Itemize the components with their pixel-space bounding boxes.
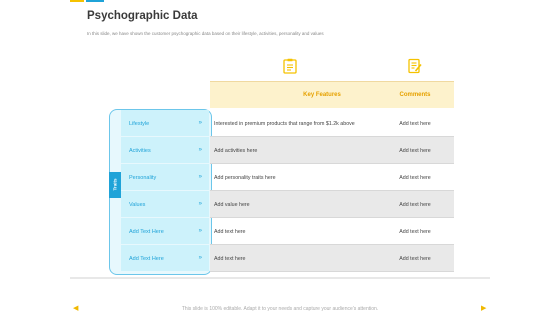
trait-label: Values — [129, 202, 146, 208]
feature-text: Add text here — [214, 256, 246, 262]
feature-cell: Add activities here Add text here — [210, 137, 454, 164]
page-subtitle: In this slide, we have shown the custome… — [87, 31, 324, 36]
top-accent-yellow — [70, 0, 84, 2]
divider — [70, 277, 490, 279]
feature-cell: Add text here Add text here — [210, 218, 454, 245]
table-row: Add Text Here » Add text here Add text h… — [121, 245, 454, 272]
feature-cell: Interested in premium products that rang… — [210, 110, 454, 137]
trait-label: Personality — [129, 175, 157, 181]
feature-text: Add personality traits here — [214, 175, 276, 181]
comment-text: Add text here — [399, 202, 431, 208]
comment-text: Add text here — [399, 175, 431, 181]
feature-cell: Add text here Add text here — [210, 245, 454, 272]
chevron-right-icon: » — [198, 147, 202, 153]
trait-cell: Add Text Here » — [121, 218, 209, 245]
top-accent-blue — [86, 0, 104, 2]
footer-note: This slide is 100% editable. Adapt it to… — [181, 306, 379, 312]
feature-text: Add text here — [214, 229, 246, 235]
table-row: Lifestyle » Interested in premium produc… — [121, 110, 454, 137]
header-key-features: Key Features — [303, 92, 341, 98]
chevron-right-icon: » — [198, 201, 202, 207]
feature-text: Add activities here — [214, 148, 258, 154]
chevron-right-icon: » — [198, 255, 202, 261]
feature-cell: Add value here Add text here — [210, 191, 454, 218]
triangle-right-icon[interactable]: ▶ — [481, 304, 486, 312]
feature-cell: Add personality traits here Add text her… — [210, 164, 454, 191]
table-row: Values » Add value here Add text here — [121, 191, 454, 218]
table-row: Add Text Here » Add text here Add text h… — [121, 218, 454, 245]
trait-label: Add Text Here — [129, 256, 164, 262]
table-header: Key Features Comments — [210, 81, 454, 108]
chevron-right-icon: » — [198, 228, 202, 234]
feature-text: Interested in premium products that rang… — [214, 121, 355, 127]
comment-text: Add text here — [399, 229, 431, 235]
page-title: Psychographic Data — [87, 10, 198, 22]
comment-text: Add text here — [399, 256, 431, 262]
trait-label: Lifestyle — [129, 121, 150, 127]
table-row: Personality » Add personality traits her… — [121, 164, 454, 191]
trait-cell: Values » — [121, 191, 209, 218]
header-comments: Comments — [399, 92, 431, 98]
table-row: Activities » Add activities here Add tex… — [121, 137, 454, 164]
chevron-right-icon: » — [198, 174, 202, 180]
traits-tab: Traits — [109, 172, 121, 198]
trait-cell: Activities » — [121, 137, 209, 164]
feature-text: Add value here — [214, 202, 250, 208]
traits-label: Traits — [112, 178, 118, 191]
edit-note-icon — [408, 58, 422, 74]
comment-text: Add text here — [399, 121, 431, 127]
trait-cell: Personality » — [121, 164, 209, 191]
trait-cell: Lifestyle » — [121, 110, 209, 137]
chevron-right-icon: » — [198, 120, 202, 126]
clipboard-icon — [283, 58, 297, 74]
trait-label: Activities — [129, 148, 151, 154]
trait-cell: Add Text Here » — [121, 245, 209, 272]
trait-label: Add Text Here — [129, 229, 164, 235]
comment-text: Add text here — [399, 148, 431, 154]
